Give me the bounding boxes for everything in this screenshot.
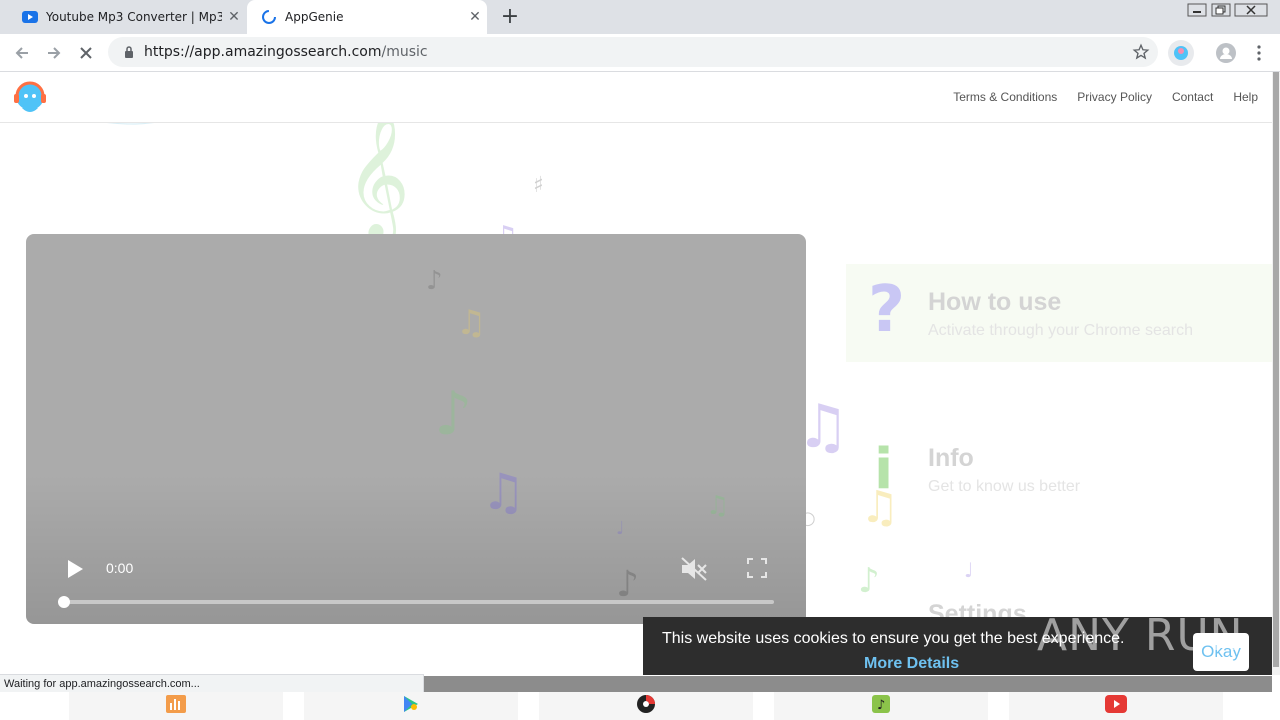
vinyl-record-icon: [636, 694, 656, 718]
how-to-use-card[interactable]: ? How to use Activate through your Chrom…: [846, 264, 1272, 362]
shortcut-music-chart[interactable]: [69, 692, 283, 720]
tab-appgenie[interactable]: AppGenie ✕: [247, 0, 487, 34]
nav-terms-link[interactable]: Terms & Conditions: [953, 90, 1057, 104]
stop-loading-icon[interactable]: [73, 40, 99, 66]
muted-volume-icon[interactable]: [680, 556, 708, 586]
status-text: Waiting for app.amazingossearch.com...: [0, 674, 424, 692]
nav-contact-link[interactable]: Contact: [1172, 90, 1213, 104]
address-bar[interactable]: https://app.amazingossearch.com/music: [108, 37, 1158, 67]
web-page: 𝄞 ♪ 𝄞 ♯ ♫ ♫ ♫ ♪ ♩ ○ Terms & Conditions P…: [0, 72, 1272, 675]
play-icon[interactable]: [66, 559, 84, 583]
svg-text:♫: ♫: [456, 303, 486, 343]
nav-help-link[interactable]: Help: [1233, 90, 1258, 104]
question-icon: ?: [868, 273, 906, 347]
svg-text:♪: ♪: [434, 379, 472, 449]
profile-avatar-icon[interactable]: [1213, 40, 1239, 66]
back-arrow-icon[interactable]: [9, 40, 35, 66]
bookmark-star-icon[interactable]: [1132, 43, 1150, 65]
lock-icon: [122, 45, 136, 59]
tab-title: Youtube Mp3 Converter | Mp3 Youtu: [46, 10, 222, 24]
svg-text:♪: ♪: [877, 698, 885, 713]
horizontal-scrollbar[interactable]: [424, 676, 1272, 692]
extension-genie-icon[interactable]: [1168, 40, 1194, 66]
more-details-link[interactable]: More Details: [864, 655, 959, 673]
info-subtitle: Get to know us better: [928, 478, 1081, 495]
tab-strip: Youtube Mp3 Converter | Mp3 Youtu ✕ AppG…: [0, 0, 1280, 34]
info-title[interactable]: Info: [928, 444, 974, 473]
shortcut-bar: ♪: [0, 692, 1280, 720]
url-path: /music: [381, 44, 428, 60]
close-window-button[interactable]: [1232, 0, 1270, 20]
tab-title: AppGenie: [285, 10, 344, 24]
close-tab-icon[interactable]: ✕: [463, 9, 487, 25]
url-host: https://app.amazingossearch.com: [144, 44, 382, 60]
browser-toolbar: https://app.amazingossearch.com/music: [0, 34, 1280, 72]
forward-arrow-icon[interactable]: [41, 40, 67, 66]
nav-privacy-link[interactable]: Privacy Policy: [1077, 90, 1152, 104]
loading-spinner-icon: [261, 9, 277, 25]
svg-text:♩: ♩: [964, 558, 973, 582]
how-to-use-title: How to use: [928, 288, 1062, 316]
new-tab-button[interactable]: +: [498, 4, 522, 30]
how-to-use-subtitle: Activate through your Chrome search: [928, 322, 1194, 339]
svg-text:♯: ♯: [533, 173, 544, 198]
fullscreen-icon[interactable]: [746, 557, 768, 583]
play-store-icon: [402, 695, 420, 717]
url-text: https://app.amazingossearch.com/music: [144, 44, 428, 60]
video-seek-bar[interactable]: [58, 596, 774, 608]
svg-text:♪: ♪: [426, 266, 443, 296]
restore-button[interactable]: [1207, 0, 1235, 20]
site-nav: Terms & Conditions Privacy Policy Contac…: [953, 90, 1258, 104]
shortcut-play-store[interactable]: [304, 692, 518, 720]
info-icon: i: [874, 437, 894, 502]
video-player-icon: [1105, 695, 1127, 717]
youtube-icon: [22, 9, 38, 25]
page-scrollbar[interactable]: [1272, 72, 1280, 675]
shortcut-video-player[interactable]: [1009, 692, 1223, 720]
tab-youtube-converter[interactable]: Youtube Mp3 Converter | Mp3 Youtu ✕: [8, 0, 246, 34]
appgenie-logo-icon[interactable]: [12, 78, 48, 116]
close-tab-icon[interactable]: ✕: [222, 9, 246, 25]
music-chart-icon: [166, 695, 186, 717]
seek-knob[interactable]: [58, 596, 70, 608]
video-time: 0:00: [106, 560, 134, 576]
scrollbar-thumb[interactable]: [1273, 72, 1279, 667]
menu-kebab-icon[interactable]: [1246, 40, 1272, 66]
video-player[interactable]: ♪ ♫ ♪ ♫ ♫ ♪ ♩ 0:00: [26, 234, 806, 624]
shortcut-music-note[interactable]: ♪: [774, 692, 988, 720]
site-header: Terms & Conditions Privacy Policy Contac…: [0, 72, 1272, 123]
svg-text:♪: ♪: [858, 561, 880, 601]
music-note-icon: ♪: [872, 695, 890, 717]
shortcut-vinyl[interactable]: [539, 692, 753, 720]
svg-text:𝄞: 𝄞: [345, 110, 410, 244]
anyrun-watermark: ANY RUN: [1037, 610, 1244, 661]
